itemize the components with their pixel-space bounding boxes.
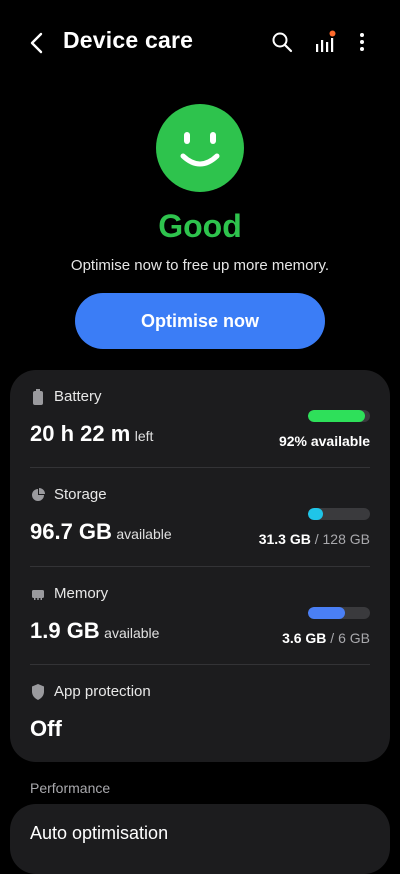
app-protection-section[interactable]: App protection Off: [10, 665, 390, 762]
memory-section[interactable]: Memory 1.9 GB available 3.6 GB / 6 GB: [10, 567, 390, 665]
battery-icon: [30, 389, 46, 405]
status-message: Optimise now to free up more memory.: [70, 257, 330, 274]
status-word: Good: [158, 208, 242, 244]
battery-percent-text: 92% available: [278, 433, 370, 449]
more-options-button[interactable]: [348, 28, 376, 56]
memory-value: 1.9 GB available: [30, 618, 159, 644]
back-button[interactable]: [22, 28, 52, 58]
battery-section[interactable]: Battery 20 h 22 m left 92% available: [10, 370, 390, 468]
memory-separator: /: [326, 630, 339, 646]
auto-optimisation-item[interactable]: Auto optimisation: [10, 804, 390, 874]
battery-level-fill: [308, 410, 366, 422]
memory-total: 6 GB: [338, 630, 370, 646]
pie-chart-icon: [30, 487, 46, 503]
battery-percent: 92% available: [279, 433, 370, 449]
storage-used: 31.3 GB: [258, 531, 311, 547]
battery-level-bar: [308, 410, 370, 422]
app-protection-label: App protection: [54, 683, 151, 700]
battery-time: 20 h 22 m: [30, 421, 131, 446]
search-icon: [272, 32, 293, 53]
storage-usage: 31.3 GB / 128 GB: [259, 531, 370, 547]
memory-usage-fill: [308, 607, 346, 619]
storage-unit: available: [116, 526, 172, 542]
memory-available: 1.9 GB: [30, 618, 100, 643]
memory-unit: available: [104, 625, 160, 641]
memory-label: Memory: [54, 585, 109, 602]
memory-usage: 3.6 GB / 6 GB: [282, 630, 370, 646]
storage-label: Storage: [54, 486, 107, 503]
performance-section-label: Performance: [30, 780, 111, 796]
memory-used: 3.6 GB: [282, 630, 327, 646]
notification-dot: [329, 30, 336, 37]
memory-usage-bar: [308, 607, 370, 619]
storage-available: 96.7 GB: [30, 519, 112, 544]
page-title: Device care: [63, 27, 194, 53]
search-button[interactable]: [268, 28, 296, 56]
auto-optimisation-label: Auto optimisation: [30, 823, 169, 843]
device-status-card: Battery 20 h 22 m left 92% available Sto…: [10, 370, 390, 762]
chevron-left-icon: [30, 32, 43, 54]
smiley-face-icon: [180, 132, 220, 167]
optimise-now-button[interactable]: Optimise now: [75, 293, 325, 349]
battery-value: 20 h 22 m left: [30, 421, 153, 447]
shield-icon: [30, 684, 46, 700]
diagnostics-button[interactable]: [310, 28, 338, 56]
storage-value: 96.7 GB available: [30, 519, 172, 545]
signal-bars-icon: [316, 30, 336, 52]
battery-label: Battery: [54, 388, 102, 405]
battery-unit: left: [134, 428, 154, 444]
storage-section[interactable]: Storage 96.7 GB available 31.3 GB / 128 …: [10, 468, 390, 567]
memory-chip-icon: [30, 586, 46, 602]
storage-usage-bar: [308, 508, 370, 520]
app-protection-state: Off: [30, 716, 62, 741]
status-face: [156, 104, 244, 192]
storage-usage-fill: [308, 508, 324, 520]
storage-separator: /: [310, 531, 323, 547]
storage-total: 128 GB: [322, 531, 370, 547]
app-protection-value: Off: [30, 716, 62, 742]
app-header: Device care: [0, 0, 400, 86]
more-vertical-icon: [360, 33, 364, 51]
